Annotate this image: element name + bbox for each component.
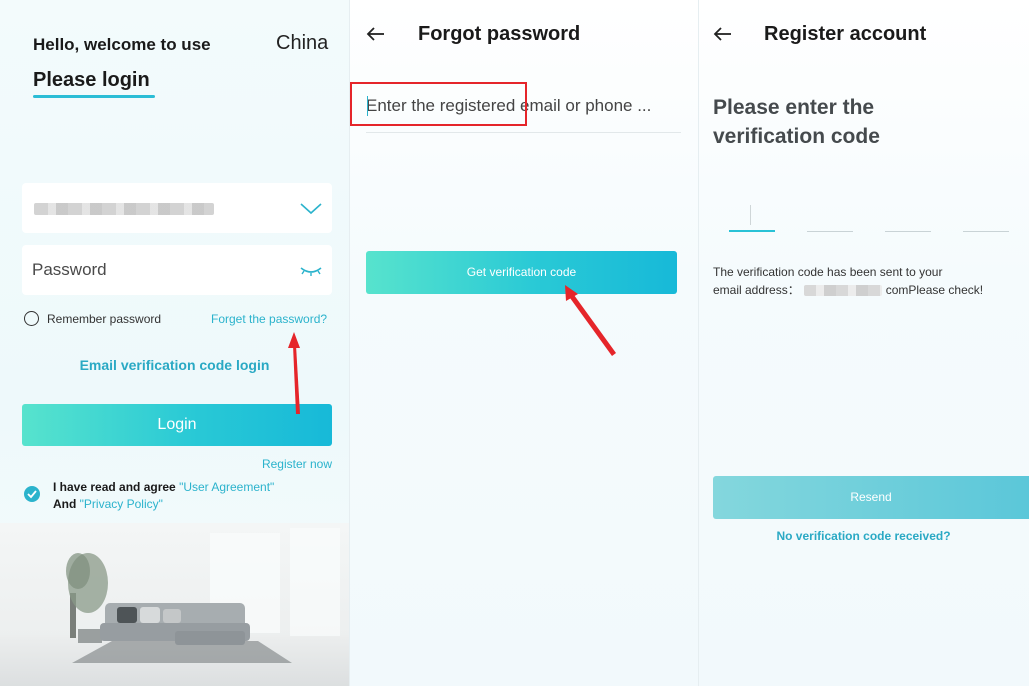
forgot-password-link[interactable]: Forget the password?: [211, 312, 327, 326]
verification-heading: Please enter the verification code: [713, 96, 880, 148]
password-field[interactable]: Password: [22, 245, 332, 295]
agreement-checkbox[interactable]: [24, 486, 40, 502]
checkmark-icon: [27, 490, 37, 499]
page-title: Forgot password: [418, 23, 581, 45]
register-now-link[interactable]: Register now: [262, 457, 332, 471]
masked-email: [803, 285, 882, 297]
note-line-2: email address： comPlease check!: [713, 281, 983, 299]
code-digit-4[interactable]: [963, 231, 1009, 232]
privacy-policy-link[interactable]: "Privacy Policy": [80, 497, 163, 511]
back-arrow-icon[interactable]: [364, 22, 388, 46]
region-selector[interactable]: China: [276, 32, 328, 55]
eye-closed-icon[interactable]: [298, 259, 324, 281]
chevron-down-icon[interactable]: [298, 195, 324, 221]
living-room-illustration: [0, 523, 349, 686]
agreement-line-1: I have read and agree "User Agreement": [53, 480, 274, 494]
get-verification-code-button[interactable]: Get verification code: [366, 251, 677, 294]
code-digit-3[interactable]: [885, 231, 931, 232]
agreement-and: And: [53, 497, 80, 511]
note-line-1: The verification code has been sent to y…: [713, 265, 943, 279]
password-placeholder: Password: [32, 260, 107, 279]
no-code-received-link[interactable]: No verification code received?: [698, 529, 1029, 543]
greeting-text: Hello, welcome to use: [33, 35, 211, 54]
code-cursor: [750, 205, 751, 225]
account-field[interactable]: [22, 183, 332, 233]
user-agreement-link[interactable]: "User Agreement": [179, 480, 274, 494]
agreement-line-2: And "Privacy Policy": [53, 497, 163, 511]
agreement-prefix: I have read and agree: [53, 480, 180, 494]
note-suffix: comPlease check!: [885, 283, 984, 297]
login-screen: Hello, welcome to use China Please login…: [0, 0, 349, 686]
back-arrow-icon[interactable]: [711, 22, 735, 46]
page-title: Please login: [33, 69, 150, 91]
remember-password-option[interactable]: Remember password: [24, 311, 161, 326]
login-button[interactable]: Login: [22, 404, 332, 446]
code-digit-2[interactable]: [807, 231, 853, 232]
input-underline: [366, 132, 681, 133]
title-underline: [33, 95, 155, 98]
annotation-highlight-box: [350, 82, 527, 126]
masked-account-value: [34, 203, 214, 215]
code-digit-1[interactable]: [729, 230, 775, 232]
radio-icon[interactable]: [24, 311, 39, 326]
resend-button[interactable]: Resend: [713, 476, 1029, 519]
page-title: Register account: [764, 23, 927, 45]
email-code-login-link[interactable]: Email verification code login: [0, 357, 349, 373]
code-sent-note: The verification code has been sent to y…: [713, 263, 983, 299]
note-prefix: email address：: [713, 283, 800, 297]
remember-password-label: Remember password: [47, 311, 162, 326]
